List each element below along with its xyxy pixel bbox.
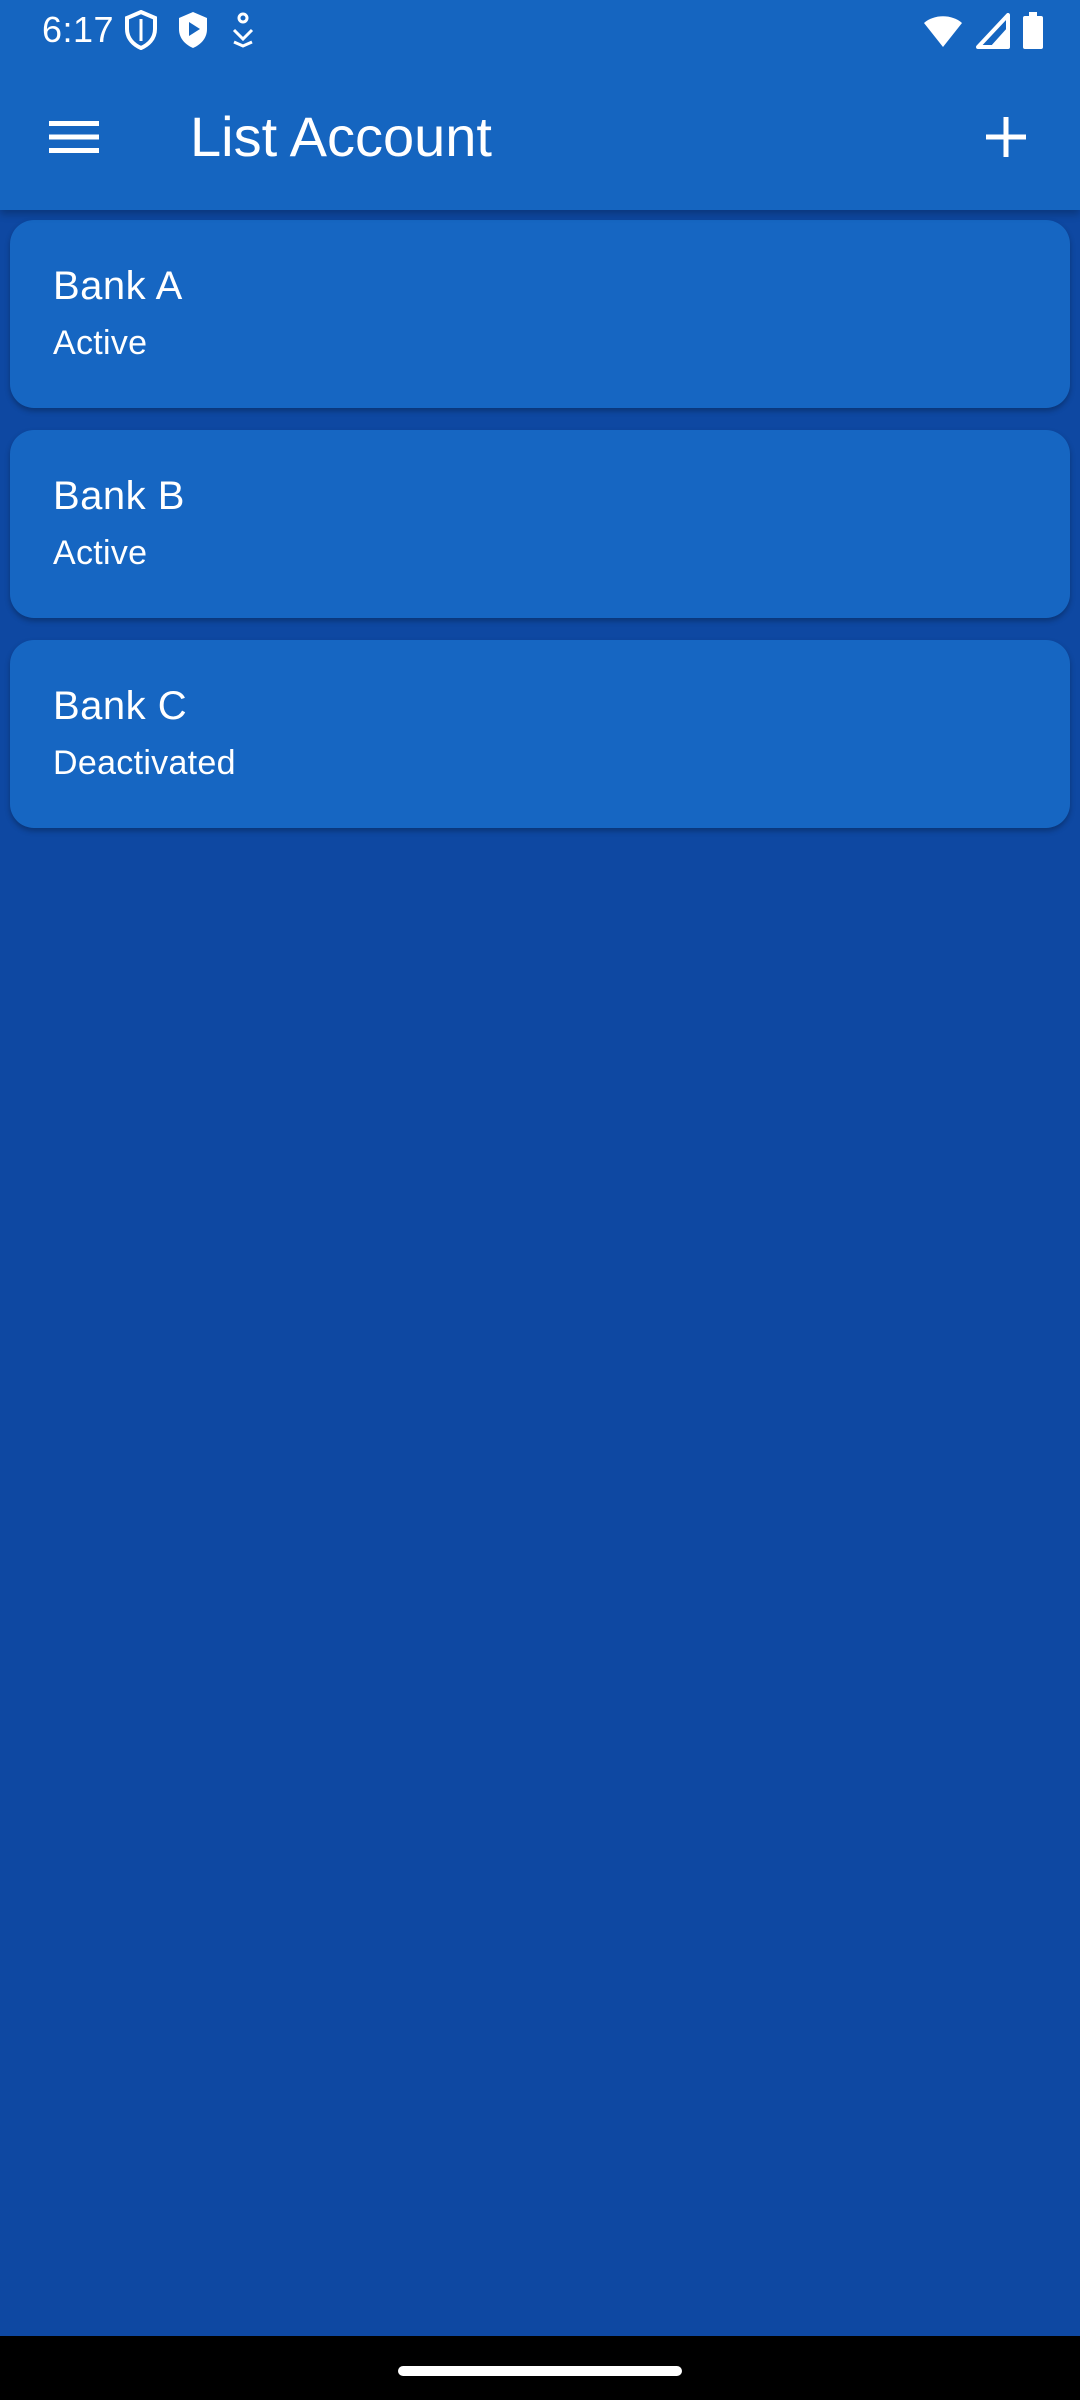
signal-icon (976, 13, 1010, 54)
account-status: Active (53, 534, 148, 572)
app-bar: List Account (0, 64, 1080, 210)
account-status: Active (53, 324, 148, 362)
status-notification-icons (124, 9, 258, 55)
account-card-bank-c[interactable]: Bank C Deactivated (10, 640, 1070, 828)
page-title: List Account (190, 105, 492, 168)
account-card-bank-a[interactable]: Bank A Active (10, 220, 1070, 408)
hamburger-menu-icon (49, 119, 99, 160)
wifi-icon (922, 13, 964, 54)
battery-icon (1022, 12, 1044, 55)
navigation-bar (0, 2336, 1080, 2400)
status-time: 6:17 (42, 9, 115, 50)
account-status: Deactivated (53, 744, 236, 782)
play-shield-icon (176, 10, 210, 55)
account-name: Bank C (53, 684, 188, 728)
account-name: Bank A (53, 264, 183, 308)
status-system-icons (922, 12, 1044, 55)
menu-button[interactable] (34, 99, 114, 179)
status-bar: 6:17 (0, 0, 1080, 64)
account-card-bank-b[interactable]: Bank B Active (10, 430, 1070, 618)
shield-icon (124, 9, 158, 55)
account-list: Bank A Active Bank B Active Bank C Deact… (10, 220, 1070, 850)
home-indicator[interactable] (398, 2366, 682, 2376)
plus-icon (984, 115, 1028, 164)
top-header: 6:17 List Account (0, 0, 1080, 210)
download-icon (228, 10, 258, 55)
account-name: Bank B (53, 474, 185, 518)
add-account-button[interactable] (966, 99, 1046, 179)
